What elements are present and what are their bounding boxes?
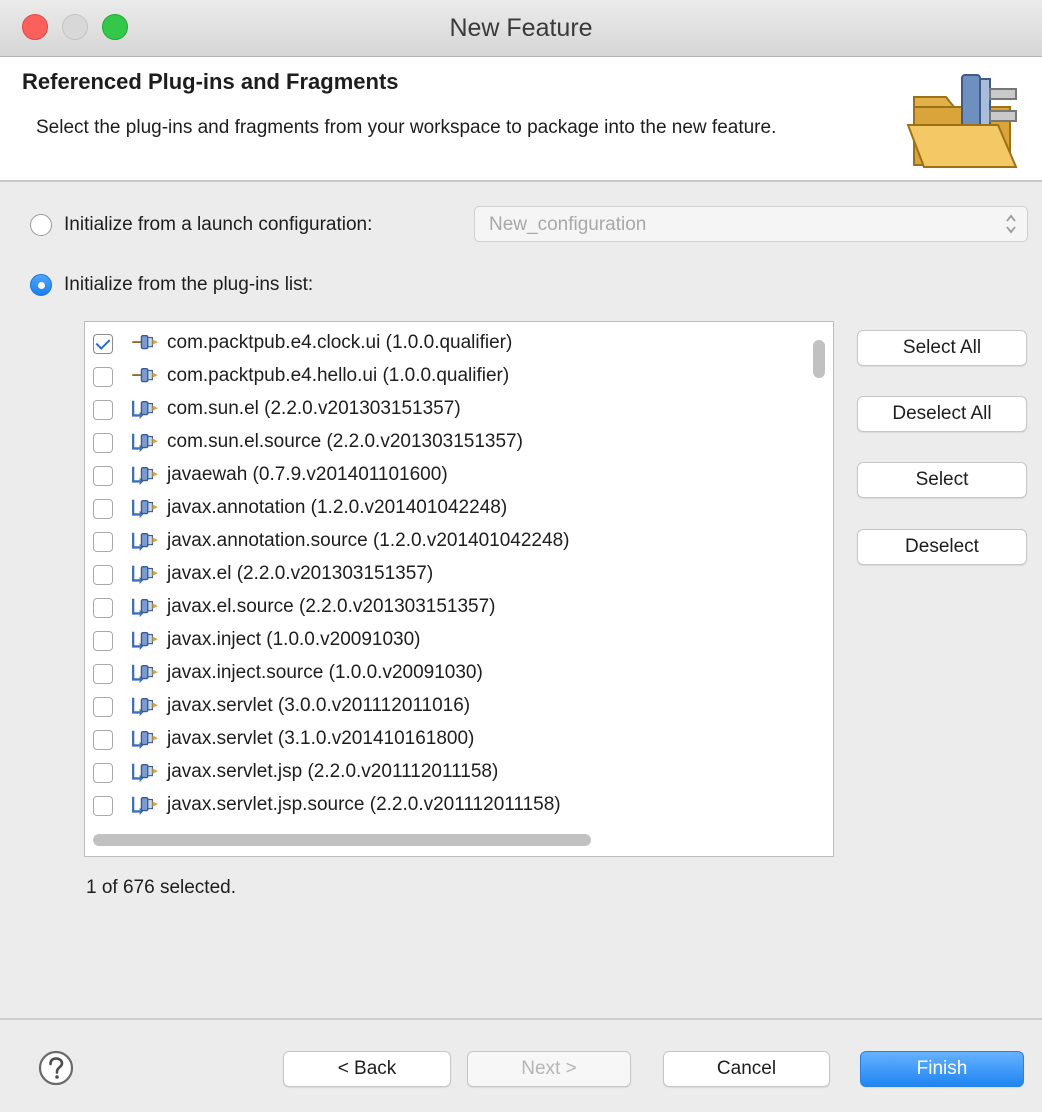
- plugin-label: javax.annotation.source (1.2.0.v20140104…: [167, 530, 570, 551]
- plugin-checkbox[interactable]: [93, 664, 113, 684]
- help-icon[interactable]: [38, 1050, 74, 1086]
- plugin-checkbox[interactable]: [93, 631, 113, 651]
- plugin-checkbox[interactable]: [93, 532, 113, 552]
- list-item[interactable]: javax.annotation (1.2.0.v201401042248): [85, 492, 805, 525]
- list-item[interactable]: javax.servlet (3.0.0.v201112011016): [85, 690, 805, 723]
- list-item[interactable]: com.sun.el.source (2.2.0.v201303151357): [85, 426, 805, 459]
- page-title: Referenced Plug-ins and Fragments: [22, 69, 399, 94]
- select-button[interactable]: Select: [857, 462, 1027, 498]
- plugin-label: javax.servlet.jsp (2.2.0.v201112011158): [167, 761, 499, 782]
- page-description: Select the plug-ins and fragments from y…: [36, 117, 777, 138]
- footer-divider: [0, 1018, 1042, 1020]
- list-item[interactable]: javax.inject.source (1.0.0.v20091030): [85, 657, 805, 690]
- list-item[interactable]: javax.el.source (2.2.0.v201303151357): [85, 591, 805, 624]
- external-plugin-icon: [132, 730, 158, 750]
- cancel-button[interactable]: Cancel: [663, 1051, 830, 1087]
- list-item[interactable]: com.packtpub.e4.hello.ui (1.0.0.qualifie…: [85, 360, 805, 393]
- external-plugin-icon: [132, 796, 158, 816]
- plugin-label: javax.el (2.2.0.v201303151357): [167, 563, 434, 584]
- deselect-button[interactable]: Deselect: [857, 529, 1027, 565]
- external-plugin-icon: [132, 400, 158, 420]
- wizard-header: Referenced Plug-ins and Fragments Select…: [0, 57, 1042, 182]
- updown-chevron-icon: [1006, 214, 1016, 234]
- external-plugin-icon: [132, 466, 158, 486]
- plugin-checkbox[interactable]: [93, 466, 113, 486]
- list-item[interactable]: javax.servlet (3.1.0.v201410161800): [85, 723, 805, 756]
- list-item[interactable]: com.packtpub.e4.clock.ui (1.0.0.qualifie…: [85, 327, 805, 360]
- list-item[interactable]: com.sun.el (2.2.0.v201303151357): [85, 393, 805, 426]
- plugin-checkbox[interactable]: [93, 334, 113, 354]
- plugins-list-radio[interactable]: [30, 274, 52, 296]
- plugins-list-label: Initialize from the plug-ins list:: [64, 274, 314, 295]
- selection-status: 1 of 676 selected.: [86, 877, 236, 898]
- plugin-checkbox[interactable]: [93, 796, 113, 816]
- back-button[interactable]: < Back: [283, 1051, 451, 1087]
- plugin-checkbox[interactable]: [93, 433, 113, 453]
- folder-plugin-icon: [906, 74, 1018, 168]
- plugin-label: com.packtpub.e4.clock.ui (1.0.0.qualifie…: [167, 332, 513, 353]
- plugin-label: javax.servlet.jsp.source (2.2.0.v2011120…: [167, 794, 561, 815]
- plugin-checkbox[interactable]: [93, 763, 113, 783]
- plugin-checkbox[interactable]: [93, 730, 113, 750]
- next-button[interactable]: Next >: [467, 1051, 631, 1087]
- external-plugin-icon: [132, 532, 158, 552]
- launch-config-label: Initialize from a launch configuration:: [64, 214, 373, 235]
- plugin-label: com.packtpub.e4.hello.ui (1.0.0.qualifie…: [167, 365, 510, 386]
- select-all-button[interactable]: Select All: [857, 330, 1027, 366]
- plugin-checkbox[interactable]: [93, 367, 113, 387]
- external-plugin-icon: [132, 697, 158, 717]
- external-plugin-icon: [132, 433, 158, 453]
- plugin-label: javax.servlet (3.0.0.v201112011016): [167, 695, 471, 716]
- vertical-scrollbar[interactable]: [813, 340, 825, 378]
- plugin-checkbox[interactable]: [93, 697, 113, 717]
- launch-config-value: New_configuration: [489, 214, 647, 235]
- plugin-label: javax.annotation (1.2.0.v201401042248): [167, 497, 508, 518]
- launch-config-radio[interactable]: [30, 214, 52, 236]
- list-item[interactable]: javaewah (0.7.9.v201401101600): [85, 459, 805, 492]
- external-plugin-icon: [132, 565, 158, 585]
- workspace-plugin-icon: [132, 367, 158, 383]
- external-plugin-icon: [132, 763, 158, 783]
- plugin-label: com.sun.el.source (2.2.0.v201303151357): [167, 431, 523, 452]
- list-item[interactable]: javax.servlet.jsp.source (2.2.0.v2011120…: [85, 789, 805, 822]
- launch-config-select[interactable]: New_configuration: [474, 206, 1028, 242]
- plugin-checkbox[interactable]: [93, 499, 113, 519]
- external-plugin-icon: [132, 598, 158, 618]
- workspace-plugin-icon: [132, 334, 158, 350]
- plugin-checkbox[interactable]: [93, 598, 113, 618]
- list-item[interactable]: javax.servlet.jsp (2.2.0.v201112011158): [85, 756, 805, 789]
- list-item[interactable]: javax.el (2.2.0.v201303151357): [85, 558, 805, 591]
- plugin-label: javax.inject.source (1.0.0.v20091030): [167, 662, 483, 683]
- plugin-label: com.sun.el (2.2.0.v201303151357): [167, 398, 461, 419]
- finish-button[interactable]: Finish: [860, 1051, 1024, 1087]
- list-item[interactable]: javax.inject (1.0.0.v20091030): [85, 624, 805, 657]
- external-plugin-icon: [132, 631, 158, 651]
- window-title: New Feature: [449, 14, 593, 42]
- external-plugin-icon: [132, 499, 158, 519]
- plugin-list[interactable]: javax.servlet.jsp.source (2.2.0.v2011120…: [84, 321, 834, 857]
- title-bar: New Feature: [0, 0, 1042, 57]
- plugin-label: javax.el.source (2.2.0.v201303151357): [167, 596, 496, 617]
- plugin-label: javaewah (0.7.9.v201401101600): [167, 464, 448, 485]
- horizontal-scrollbar[interactable]: [93, 834, 591, 846]
- plugin-label: javax.servlet (3.1.0.v201410161800): [167, 728, 475, 749]
- list-item[interactable]: javax.annotation.source (1.2.0.v20140104…: [85, 525, 805, 558]
- plugin-checkbox[interactable]: [93, 400, 113, 420]
- plugin-label: javax.inject (1.0.0.v20091030): [167, 629, 421, 650]
- external-plugin-icon: [132, 664, 158, 684]
- plugin-checkbox[interactable]: [93, 565, 113, 585]
- deselect-all-button[interactable]: Deselect All: [857, 396, 1027, 432]
